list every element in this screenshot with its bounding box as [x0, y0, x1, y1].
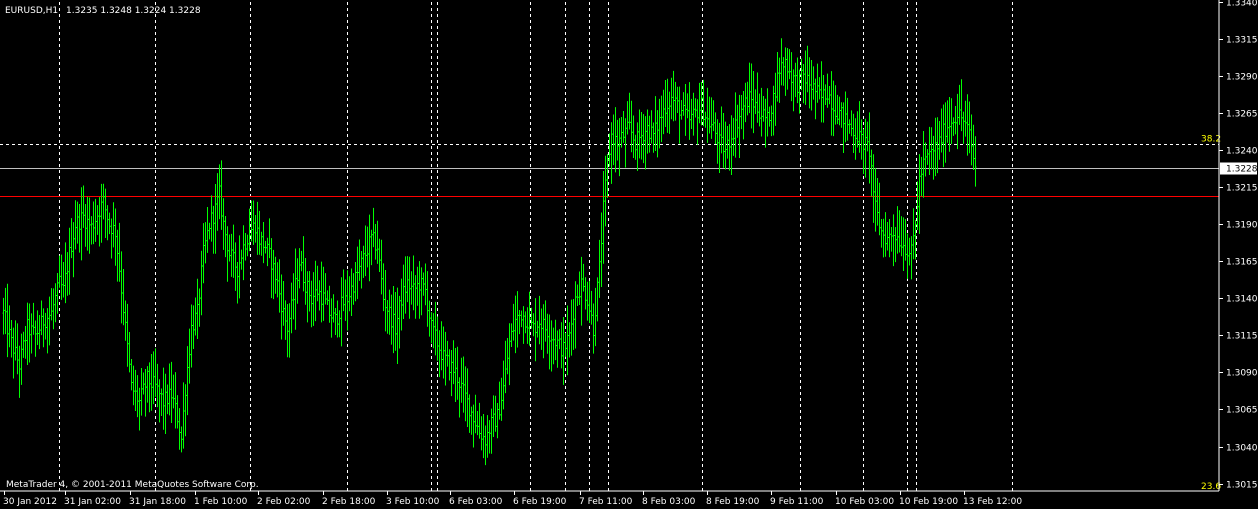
x-tick-label: 30 Jan 2012: [3, 497, 57, 507]
x-tick-label: 1 Feb 10:00: [194, 497, 248, 507]
y-tick-label: 1.3315: [1226, 36, 1258, 46]
price-chart[interactable]: 38.21.322823.6 1.33401.33151.32901.32651…: [0, 0, 1258, 509]
x-tick-label: 10 Feb 03:00: [835, 497, 894, 507]
y-tick-label: 1.3240: [1226, 147, 1258, 157]
copyright-text: MetaTrader 4, © 2001-2011 MetaQuotes Sof…: [6, 480, 259, 490]
current-price-label: 1.3228: [1226, 165, 1258, 175]
y-tick-label: 1.3340: [1226, 0, 1258, 9]
y-tick-label: 1.3290: [1226, 73, 1258, 83]
fib-38-2-label: 38.2: [1201, 135, 1221, 145]
x-tick-label: 2 Feb 02:00: [257, 497, 311, 507]
x-tick-label: 6 Feb 19:00: [513, 497, 567, 507]
y-tick-label: 1.3090: [1226, 369, 1258, 379]
y-tick-label: 1.3140: [1226, 295, 1258, 305]
x-tick-label: 10 Feb 19:00: [899, 497, 958, 507]
x-tick-label: 3 Feb 10:00: [386, 497, 440, 507]
x-tick-label: 6 Feb 03:00: [449, 497, 503, 507]
y-tick-label: 1.3265: [1226, 110, 1258, 120]
header-symbol: EURUSD,H1: [5, 6, 58, 16]
x-tick-label: 8 Feb 03:00: [642, 497, 696, 507]
y-tick-label: 1.3115: [1226, 332, 1258, 342]
x-tick-label: 13 Feb 12:00: [963, 497, 1022, 507]
x-tick-label: 2 Feb 18:00: [322, 497, 376, 507]
header-ohlc: 1.3235 1.3248 1.3224 1.3228: [66, 6, 201, 16]
x-tick-label: 7 Feb 11:00: [579, 497, 633, 507]
y-tick-label: 1.3040: [1226, 444, 1258, 454]
y-tick-label: 1.3165: [1226, 258, 1258, 268]
x-tick-label: 8 Feb 19:00: [706, 497, 760, 507]
x-tick-label: 31 Jan 18:00: [129, 497, 186, 507]
x-tick-label: 31 Jan 02:00: [64, 497, 121, 507]
y-tick-label: 1.3065: [1226, 406, 1258, 416]
chart-background: [0, 0, 1258, 509]
x-tick-label: 9 Feb 11:00: [770, 497, 824, 507]
y-tick-label: 1.3215: [1226, 184, 1258, 194]
y-tick-label: 1.3190: [1226, 221, 1258, 231]
y-tick-label: 1.3015: [1226, 481, 1258, 491]
